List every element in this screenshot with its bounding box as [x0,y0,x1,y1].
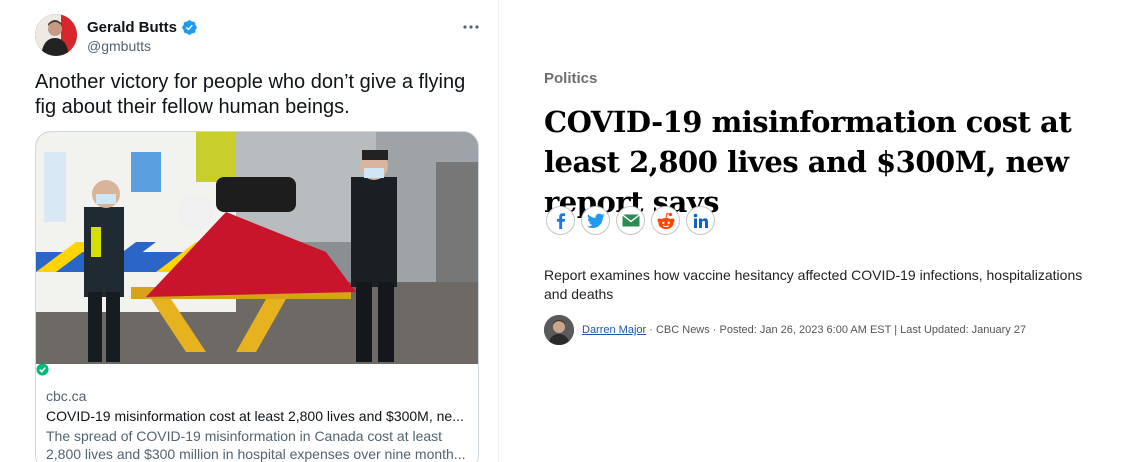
reddit-icon [657,212,674,229]
facebook-share-button[interactable] [546,206,575,235]
author-avatar[interactable] [544,315,574,345]
verified-badge-icon [182,20,197,35]
reddit-share-button[interactable] [651,206,680,235]
byline-details: · CBC News · Posted: Jan 26, 2023 6:00 A… [646,324,1027,336]
link-card[interactable]: cbc.ca COVID-19 misinformation cost at l… [35,131,479,462]
byline: Darren Major · CBC News · Posted: Jan 26… [544,315,1026,345]
linkedin-icon [693,213,708,228]
link-card-title: COVID-19 misinformation cost at least 2,… [46,408,464,424]
linkedin-share-button[interactable] [686,206,715,235]
email-icon [621,214,640,227]
article-headline: COVID-19 misinformation cost at least 2,… [544,105,1072,219]
tweet-author-handle[interactable]: @gmbutts [87,38,151,54]
tweet-author-avatar[interactable] [35,14,77,56]
tweet-text: Another victory for people who don’t giv… [35,71,466,118]
share-bar [546,206,715,235]
twitter-share-button[interactable] [581,206,610,235]
check-icon [36,363,49,376]
article-dek: Report examines how vaccine hesitancy af… [544,267,1083,302]
more-options-icon[interactable] [460,16,482,38]
tweet-author-name[interactable]: Gerald Butts [87,19,177,36]
link-card-domain: cbc.ca [46,388,87,404]
byline-text: Darren Major · CBC News · Posted: Jan 26… [582,324,1026,336]
facebook-icon [556,212,565,229]
link-card-image[interactable] [36,132,478,364]
article-category[interactable]: Politics [544,70,597,87]
link-card-description: The spread of COVID-19 misinformation in… [46,428,466,462]
author-link[interactable]: Darren Major [582,324,646,336]
twitter-icon [586,213,605,228]
tweet: Gerald Butts @gmbutts Another victory fo… [20,0,499,462]
email-share-button[interactable] [616,206,645,235]
